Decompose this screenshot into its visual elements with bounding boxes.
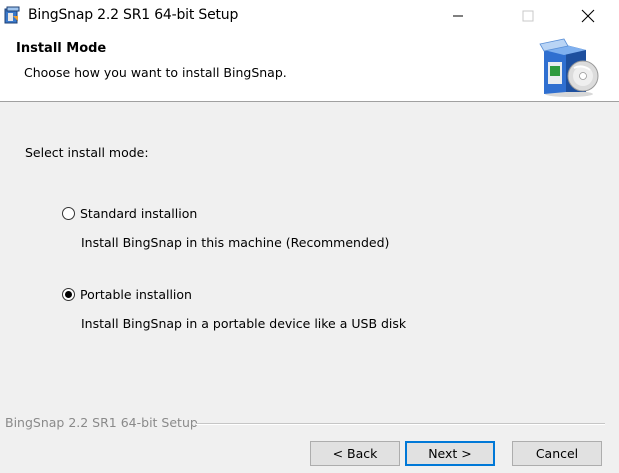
- standard-install-label: Standard installion: [80, 205, 198, 221]
- window-title: BingSnap 2.2 SR1 64-bit Setup: [28, 7, 239, 23]
- maximize-button: [505, 0, 551, 31]
- portable-install-label: Portable installion: [80, 286, 192, 302]
- footer-divider: [196, 423, 605, 425]
- portable-install-description: Install BingSnap in a portable device li…: [81, 316, 407, 331]
- portable-install-option[interactable]: Portable installion: [62, 284, 192, 304]
- minimize-button[interactable]: [435, 0, 481, 31]
- footer-brand-text: BingSnap 2.2 SR1 64-bit Setup: [5, 415, 198, 430]
- close-button[interactable]: [565, 0, 611, 31]
- cancel-button[interactable]: Cancel: [512, 441, 602, 466]
- select-install-mode-label: Select install mode:: [25, 145, 149, 160]
- back-button[interactable]: < Back: [310, 441, 400, 466]
- standard-install-description: Install BingSnap in this machine (Recomm…: [81, 235, 390, 250]
- title-bar[interactable]: BingSnap 2.2 SR1 64-bit Setup: [0, 0, 619, 31]
- standard-install-option[interactable]: Standard installion: [62, 203, 197, 223]
- minimize-icon: [453, 15, 463, 16]
- installer-box-cd-icon: [538, 38, 600, 98]
- app-installer-icon: [4, 6, 22, 24]
- radio-selected-dot: [65, 290, 72, 298]
- close-icon: [581, 9, 595, 22]
- page-title: Install Mode: [16, 41, 107, 56]
- page-subtitle: Choose how you want to install BingSnap.: [24, 65, 287, 80]
- wizard-header: Install Mode Choose how you want to inst…: [0, 31, 619, 102]
- maximize-icon: [522, 10, 534, 21]
- portable-radio-button[interactable]: [62, 287, 75, 301]
- next-button[interactable]: Next >: [405, 441, 495, 466]
- standard-radio-button[interactable]: [62, 206, 75, 220]
